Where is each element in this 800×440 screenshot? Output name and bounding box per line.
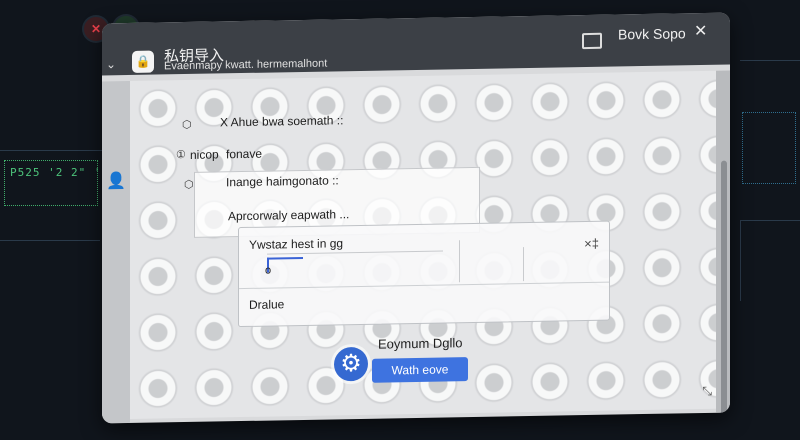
section-label: Aprcorwaly eapwath ... [228,207,350,224]
left-sidebar: 👤 [102,80,130,424]
input-value: o [265,264,272,277]
option-label: Inange haimgonato :: [226,173,339,190]
divider [459,240,460,283]
import-window: ⌄ 🔒 私钥导入 Evaenmapy kwatt. hermemalhont B… [102,12,730,424]
divider [523,247,524,282]
action-label: Eoymum Dgllo [378,335,463,352]
input-card: Ywstaz hest in gg ×‡ o Dralue [238,220,610,328]
option-value[interactable]: fonave [226,147,262,162]
window-subtitle: Evaenmapy kwatt. hermemalhont [164,57,328,73]
close-icon[interactable]: ×‡ [584,236,599,251]
lock-icon: 🔒 [132,50,154,73]
option-label: nicop [190,147,219,162]
background-code-text: P525 '2 2" '5 [10,166,110,179]
user-icon[interactable]: 👤 [106,171,126,191]
screen-icon[interactable] [582,32,602,50]
scroll-thumb[interactable] [721,160,727,421]
content-area: ⬡ X Ahue bwa soemath :: ① nicop fonave ⬡… [130,70,716,419]
circuit-line [740,60,800,61]
card-title: Ywstaz hest in gg [249,236,344,252]
card-footer: Dralue [249,297,285,312]
option-icon: ⬡ [182,118,192,132]
primary-button[interactable]: Wath eove [372,357,468,383]
input-caret [267,256,303,260]
circuit-line [0,240,100,241]
option-icon: ⬡ [184,178,194,192]
chevron-down-icon[interactable]: ⌄ [106,57,116,71]
gear-icon[interactable]: ⚙ [334,346,368,382]
info-icon: ① [176,149,186,162]
title-bar: ⌄ 🔒 私钥导入 Evaenmapy kwatt. hermemalhont B… [102,12,730,76]
scrollbar[interactable] [716,70,730,421]
app-name: Bovk Sopo [618,25,686,43]
option-label: X Ahue bwa soemath :: [220,113,344,130]
key-input[interactable]: o [265,250,443,285]
circuit-line [0,150,110,151]
dotted-frame [742,112,796,184]
close-icon[interactable]: ✕ [694,21,707,41]
resize-icon[interactable]: ⤡ [702,384,712,399]
circuit-line [740,220,800,301]
